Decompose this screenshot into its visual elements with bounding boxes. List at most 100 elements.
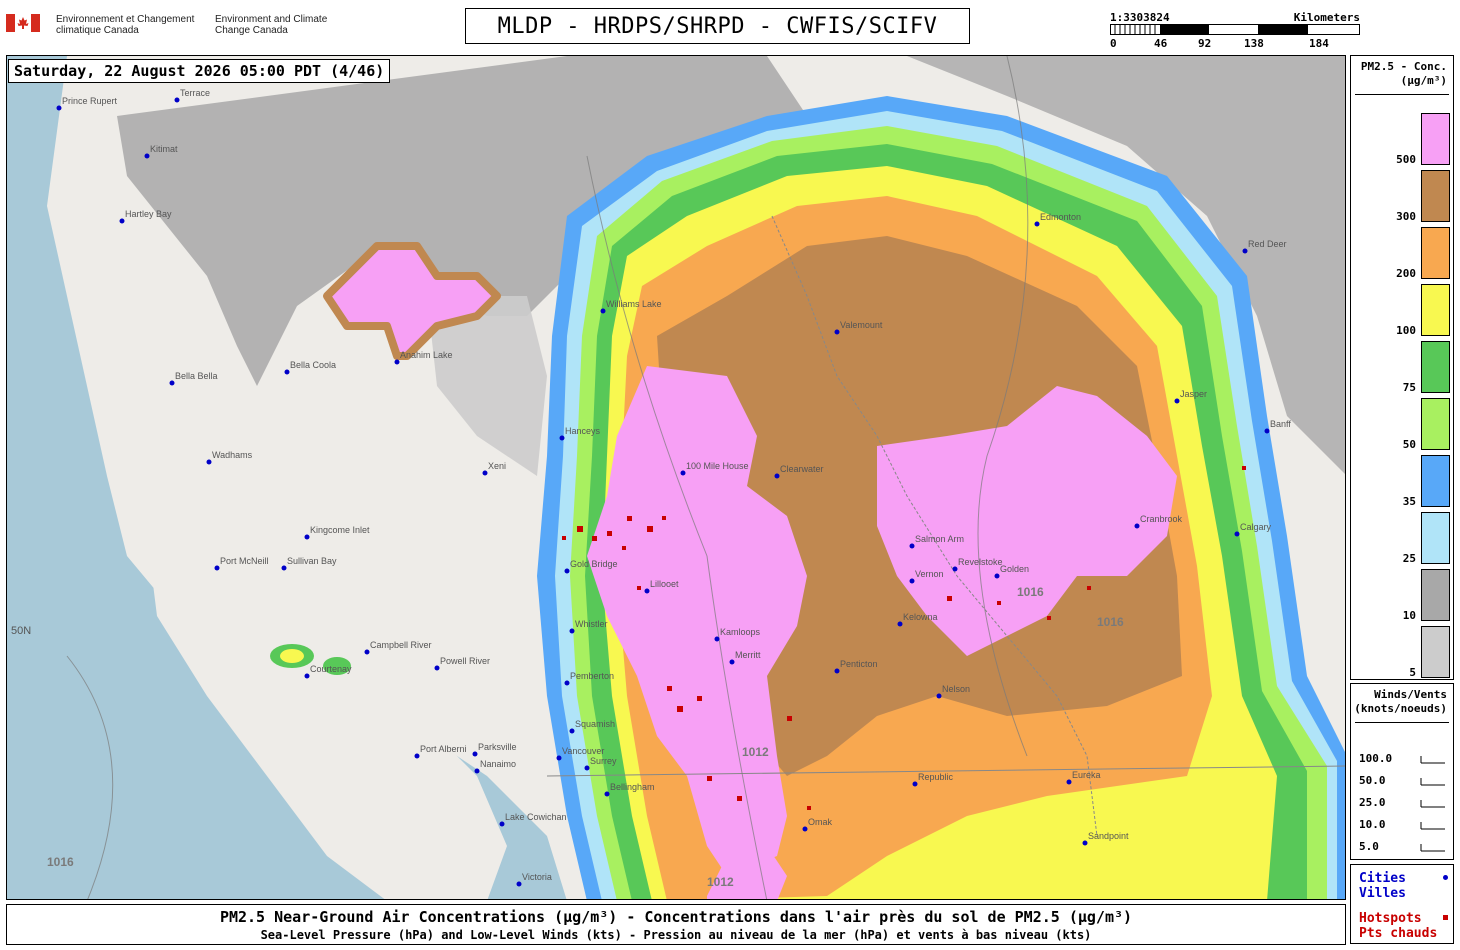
city-dot-icon bbox=[174, 97, 180, 103]
city-dot-icon bbox=[556, 755, 562, 761]
place-label: Calgary bbox=[1240, 522, 1272, 532]
city-dot-icon bbox=[119, 218, 125, 224]
pm25-swatch-25 bbox=[1421, 512, 1450, 564]
place-label: Vancouver bbox=[562, 746, 604, 756]
pm25-level-label: 25 bbox=[1402, 552, 1416, 565]
cities-legend-label: Cities Villes bbox=[1359, 871, 1406, 901]
city-dot-icon bbox=[434, 665, 440, 671]
place-label: Edmonton bbox=[1040, 212, 1081, 222]
agency-name-en: Environment and Climate Change Canada bbox=[215, 14, 328, 36]
place-label: Nelson bbox=[942, 684, 970, 694]
pm25-legend-title: PM2.5 - Conc. bbox=[1360, 60, 1447, 73]
city-dot-icon bbox=[569, 628, 575, 634]
place-label: Republic bbox=[918, 772, 954, 782]
latitude-label: 50N bbox=[11, 625, 31, 637]
place-label: Merritt bbox=[735, 650, 761, 660]
smoke-blob-vi-core bbox=[280, 649, 304, 663]
place-label: Revelstoke bbox=[958, 557, 1003, 567]
pm25-level-label: 500 bbox=[1396, 153, 1416, 166]
city-dot-icon bbox=[909, 578, 915, 584]
place-label: Jasper bbox=[1180, 389, 1207, 399]
pm25-level-label: 35 bbox=[1402, 495, 1416, 508]
place-label: Victoria bbox=[522, 872, 552, 882]
city-dot-icon bbox=[774, 473, 780, 479]
scale-tick-92: 92 bbox=[1198, 37, 1212, 50]
city-dot-icon bbox=[680, 470, 686, 476]
city-dot-icon bbox=[499, 821, 505, 827]
scale-tick-46: 46 bbox=[1154, 37, 1168, 50]
city-dot-icon bbox=[1443, 875, 1448, 880]
city-dot-icon bbox=[169, 380, 175, 386]
caption-line-1: PM2.5 Near-Ground Air Concentrations (µg… bbox=[219, 908, 1133, 926]
place-label: Penticton bbox=[840, 659, 878, 669]
scale-tick-138: 138 bbox=[1244, 37, 1264, 50]
place-label: 100 Mile House bbox=[686, 461, 749, 471]
place-label: Sandpoint bbox=[1088, 831, 1129, 841]
caption-line-2: Sea-Level Pressure (hPa) and Low-Level W… bbox=[260, 928, 1092, 942]
isobar-label: 1012 bbox=[742, 745, 769, 759]
place-label: Valemount bbox=[840, 320, 883, 330]
city-dot-icon bbox=[56, 105, 62, 111]
place-label: Sullivan Bay bbox=[287, 556, 337, 566]
place-label: Kingcome Inlet bbox=[310, 525, 370, 535]
smoke-forecast-map[interactable]: 1016 1012 1016 1012 1016 50N Prince Rupe… bbox=[6, 55, 1346, 900]
pm25-swatch-10 bbox=[1421, 569, 1450, 621]
place-label: Wadhams bbox=[212, 450, 253, 460]
city-dot-icon bbox=[214, 565, 220, 571]
wind-barb-icon bbox=[1420, 756, 1445, 764]
forecast-timestamp: Saturday, 22 August 2026 05:00 PDT (4/46… bbox=[8, 59, 391, 83]
isobar-label: 1016 bbox=[47, 855, 74, 869]
city-dot-icon bbox=[1234, 531, 1240, 537]
city-dot-icon bbox=[364, 649, 370, 655]
place-label: Bellingham bbox=[610, 782, 655, 792]
city-dot-icon bbox=[559, 435, 565, 441]
place-label: Squamish bbox=[575, 719, 615, 729]
place-label: Williams Lake bbox=[606, 299, 662, 309]
wind-barb-icon bbox=[1420, 800, 1445, 808]
pm25-swatch-500 bbox=[1421, 113, 1450, 165]
city-dot-icon bbox=[729, 659, 735, 665]
city-dot-icon bbox=[304, 534, 310, 540]
pm25-swatch-35 bbox=[1421, 455, 1450, 507]
pm25-swatch-50 bbox=[1421, 398, 1450, 450]
place-label: Clearwater bbox=[780, 464, 824, 474]
wind-legend: Winds/Vents (knots/noeuds) 100.0 50.0 25.0… bbox=[1350, 683, 1454, 860]
city-dot-icon bbox=[834, 329, 840, 335]
scale-ratio: 1:3303824 bbox=[1110, 11, 1170, 24]
place-label: Bella Bella bbox=[175, 371, 218, 381]
place-label: Anahim Lake bbox=[400, 350, 453, 360]
pm25-level-label: 100 bbox=[1396, 324, 1416, 337]
city-dot-icon bbox=[564, 568, 570, 574]
place-label: Surrey bbox=[590, 756, 617, 766]
place-label: Lake Cowichan bbox=[505, 812, 567, 822]
city-dot-icon bbox=[564, 680, 570, 686]
pm25-level-label: 50 bbox=[1402, 438, 1416, 451]
agency-name-fr: Environnement et Changement climatique C… bbox=[56, 14, 195, 36]
pm25-level-label: 300 bbox=[1396, 210, 1416, 223]
pm25-level-label: 5 bbox=[1409, 666, 1416, 679]
pm25-swatch-100 bbox=[1421, 284, 1450, 336]
city-dot-icon bbox=[834, 668, 840, 674]
place-label: Salmon Arm bbox=[915, 534, 964, 544]
place-label: Vernon bbox=[915, 569, 944, 579]
city-dot-icon bbox=[414, 753, 420, 759]
place-label: Omak bbox=[808, 817, 833, 827]
city-dot-icon bbox=[1174, 398, 1180, 404]
page-title: MLDP - HRDPS/SHRPD - CWFIS/SCIFV bbox=[465, 8, 970, 44]
pm25-level-label: 75 bbox=[1402, 381, 1416, 394]
place-label: Cranbrook bbox=[1140, 514, 1183, 524]
place-label: Kelowna bbox=[903, 612, 938, 622]
canada-flag-icon bbox=[6, 14, 40, 32]
wind-speed-label: 25.0 bbox=[1359, 796, 1386, 809]
city-dot-icon bbox=[1082, 840, 1088, 846]
place-label: Parksville bbox=[478, 742, 517, 752]
place-label: Campbell River bbox=[370, 640, 432, 650]
place-label: Eureka bbox=[1072, 770, 1101, 780]
place-label: Pemberton bbox=[570, 671, 614, 681]
isobar-label: 1012 bbox=[707, 875, 734, 889]
place-label: Gold Bridge bbox=[570, 559, 618, 569]
place-label: Kamloops bbox=[720, 627, 761, 637]
wind-barb-icon bbox=[1420, 844, 1445, 852]
city-dot-icon bbox=[472, 751, 478, 757]
points-legend: Cities Villes Hotspots Pts chauds bbox=[1350, 864, 1454, 944]
